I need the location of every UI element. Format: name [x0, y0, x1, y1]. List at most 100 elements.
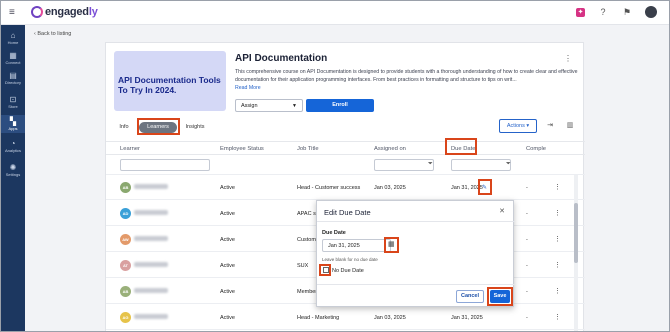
edit-due-date-dialog: Edit Due Date ✕ Due Date Jan 31, 2025 ▦ … — [316, 200, 515, 307]
sidebar-item-apps[interactable]: ▚ Apps — [1, 115, 25, 133]
assigned-cell: Jan 03, 2025 — [374, 185, 406, 191]
menu-icon[interactable]: ≡ — [9, 7, 15, 18]
course-banner: API Documentation Tools To Try In 2024. — [114, 51, 226, 111]
column-header-status[interactable]: Employee Status — [220, 146, 264, 152]
sidebar-item-label: Connect — [5, 60, 21, 65]
settings-icon: ✺ — [9, 163, 17, 172]
column-header-assigned-on[interactable]: Assigned on — [374, 146, 406, 152]
learner-filter-input[interactable] — [120, 159, 210, 171]
caret-down-icon: ▼ — [292, 103, 297, 109]
status-cell: Active — [220, 315, 235, 321]
highlight-calendar-icon — [384, 237, 399, 253]
filter-row: ⏷ ⏷ — [106, 155, 585, 175]
column-header-job-title[interactable]: Job Title — [297, 146, 319, 152]
due-date-input[interactable]: Jan 31, 2025 — [322, 239, 391, 252]
sidebar-item-directory[interactable]: ▤ Directory — [1, 71, 25, 85]
notification-icon[interactable]: ✦ — [576, 7, 585, 17]
column-header-learner[interactable]: Learner — [120, 146, 140, 152]
top-bar: ≡ engagedly ✦ ? ⚑ — [1, 1, 669, 25]
cancel-button[interactable]: Cancel — [456, 290, 484, 303]
filter-icon[interactable]: ⏷ — [428, 161, 433, 168]
avatar: AG — [120, 312, 131, 323]
highlight-edit-icon — [478, 179, 492, 195]
job-title-cell: Head - Marketing — [297, 315, 340, 321]
sidebar-item-connect[interactable]: ▦ Connect — [1, 51, 25, 65]
enroll-button[interactable]: Enroll — [306, 99, 374, 112]
sidebar: ⌂ Home ▦ Connect ▤ Directory ⊡ Store ▚ A… — [1, 25, 25, 331]
sidebar-item-store[interactable]: ⊡ Store — [1, 95, 25, 109]
user-avatar[interactable] — [645, 6, 657, 18]
sidebar-item-settings[interactable]: ✺ Settings — [1, 163, 25, 177]
learner-name-blurred — [134, 236, 168, 241]
row-menu-icon[interactable]: ⋮ — [554, 183, 561, 191]
brand-name: engagedly — [45, 6, 98, 18]
connect-icon: ▦ — [9, 51, 17, 60]
completion-cell: - — [526, 315, 528, 321]
row-menu-icon[interactable]: ⋮ — [554, 287, 561, 295]
sidebar-item-home[interactable]: ⌂ Home — [1, 31, 25, 45]
sidebar-item-analytics[interactable]: ◔ Analytics — [1, 139, 25, 153]
sidebar-item-label: Apps — [8, 126, 18, 131]
chevron-left-icon: ‹ — [34, 31, 36, 37]
highlight-learners-tab — [137, 118, 180, 135]
assigned-cell: Jan 03, 2025 — [374, 315, 406, 321]
due-date-label: Due Date — [322, 230, 346, 236]
sidebar-item-label: Home — [7, 40, 19, 45]
read-more-link[interactable]: Read More — [235, 85, 261, 91]
assigned-filter-input[interactable] — [374, 159, 434, 171]
row-menu-icon[interactable]: ⋮ — [554, 209, 561, 217]
status-cell: Active — [220, 211, 235, 217]
logo-mark-icon — [31, 6, 43, 18]
directory-icon: ▤ — [9, 71, 17, 80]
brand-logo[interactable]: engagedly — [31, 6, 98, 18]
filter-icon[interactable]: ⏷ — [506, 161, 511, 168]
columns-icon[interactable]: ▥ — [563, 119, 577, 133]
page-title: API Documentation — [235, 53, 328, 64]
job-title-cell: Head - Customer success — [297, 185, 361, 191]
apps-icon: ▚ — [9, 117, 17, 126]
scrollbar-thumb[interactable] — [574, 203, 578, 263]
highlight-due-date-header — [445, 138, 477, 155]
tab-insights[interactable]: Insights — [180, 122, 210, 133]
banner-text: API Documentation Tools To Try In 2024. — [118, 75, 221, 95]
assign-select[interactable]: Assign ▼ — [235, 99, 303, 112]
status-cell: Active — [220, 185, 235, 191]
table-row[interactable]: AG Active Head - Marketing Jan 03, 2025 … — [106, 305, 585, 330]
status-cell: Active — [220, 263, 235, 269]
sidebar-item-label: Store — [8, 104, 18, 109]
completion-cell: - — [526, 211, 528, 217]
completion-cell: - — [526, 185, 528, 191]
tab-info[interactable]: Info — [114, 122, 134, 133]
row-menu-icon[interactable]: ⋮ — [554, 313, 561, 321]
table-header: Learner Employee Status Job Title Assign… — [106, 141, 585, 155]
course-description: This comprehensive course on API Documen… — [235, 69, 578, 83]
export-icon[interactable]: ⇥ — [543, 119, 557, 133]
due-date-filter-input[interactable] — [451, 159, 511, 171]
avatar: AD — [120, 208, 131, 219]
avatar: AT — [120, 260, 131, 271]
sidebar-item-label: Analytics — [4, 148, 21, 153]
actions-button[interactable]: Actions ▾ — [499, 119, 537, 133]
close-icon[interactable]: ✕ — [499, 207, 505, 215]
row-menu-icon[interactable]: ⋮ — [554, 235, 561, 243]
due-date-cell: Jan 31, 2025 — [451, 315, 483, 321]
completion-cell: - — [526, 263, 528, 269]
completion-cell: - — [526, 289, 528, 295]
avatar: AW — [120, 234, 131, 245]
row-menu-icon[interactable]: ⋮ — [554, 261, 561, 269]
completion-cell: - — [526, 237, 528, 243]
status-cell: Active — [220, 237, 235, 243]
caret-down-icon: ▾ — [526, 123, 530, 129]
sidebar-item-label: Directory — [4, 80, 21, 85]
back-link[interactable]: ‹ Back to listing — [34, 31, 71, 37]
learner-name-blurred — [134, 262, 168, 267]
table-row[interactable]: AB Active Head - Customer success Jan 03… — [106, 175, 585, 200]
sidebar-item-label: Settings — [5, 172, 21, 177]
column-header-completion[interactable]: Comple — [526, 146, 546, 152]
divider — [317, 284, 515, 285]
flag-icon[interactable]: ⚑ — [621, 6, 633, 18]
more-options-icon[interactable]: ⋮ — [564, 54, 572, 63]
helper-text: Leave blank for no due date — [322, 257, 378, 262]
help-icon[interactable]: ? — [597, 6, 609, 18]
learner-name-blurred — [134, 184, 168, 189]
